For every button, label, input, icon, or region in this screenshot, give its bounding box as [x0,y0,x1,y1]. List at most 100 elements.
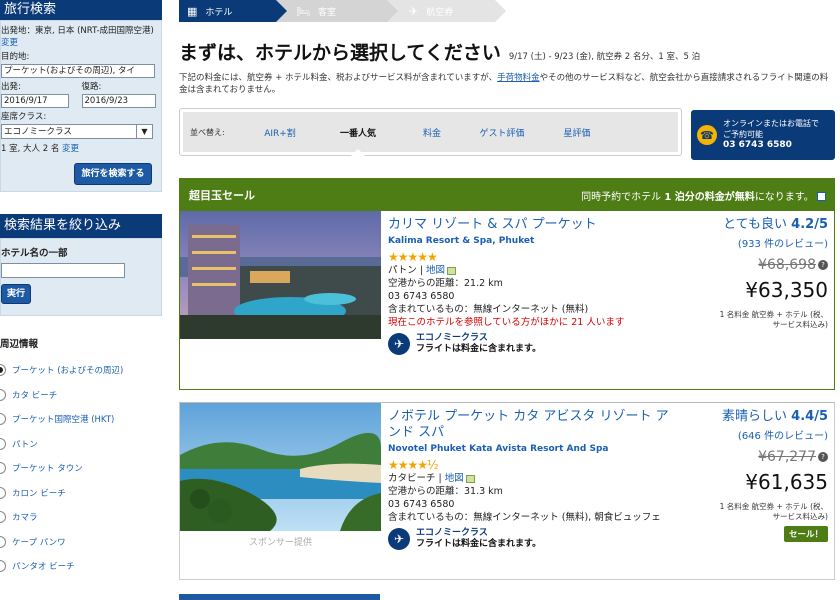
area-option-label[interactable]: パンタオ ビーチ [12,560,75,572]
flight-included: ✈ エコノミークラス フライトは料金に含まれます。 [388,333,678,355]
radio-icon[interactable] [0,413,6,426]
sidebar: 旅行検索 出発地：東京, 日本 (NRT-成田国際空港) 変更 目的地: プーケ… [0,0,162,600]
hotel-name-jp[interactable]: カリマ リゾート & スパ プーケット [388,217,678,233]
trip-summary: 9/17 (土) - 9/23 (金), 航空券 2 名分、1 室、5 泊 [508,52,701,62]
search-trip-button[interactable]: 旅行を検索する [74,163,152,185]
page-heading: まずは、ホテルから選択してください 9/17 (土) - 9/23 (金), 航… [179,38,700,65]
guest-rating[interactable]: 素晴らしい 4.4/5 [688,409,828,425]
area-option[interactable]: プーケット国際空港 (HKT) [0,407,162,432]
map-icon[interactable] [447,266,457,275]
area-filter-title: 周辺情報 [0,339,39,350]
area-option[interactable]: ケープ パンワ [0,530,162,555]
area-option-label[interactable]: パトン [12,438,38,450]
area-option-label[interactable]: カロン ビーチ [12,487,66,499]
price[interactable]: ¥61,635 [688,470,828,494]
hotel-phone: 03 6743 6580 [388,291,455,302]
review-count-link[interactable]: (933 件のレビュー) [688,235,828,250]
area-option[interactable]: パトン [0,432,162,457]
deal-header: 超目玉セール 同時予約でホテル 1 泊分の料金が無料になります。 [180,179,834,211]
area-option-label[interactable]: プーケット国際空港 (HKT) [12,413,114,425]
destination-label: 目的地: [1,52,30,62]
deal-free-night: 1 泊分の料金が無料 [664,191,755,203]
price-notice-text: 下記の料金には、航空券 + ホテル料金、税およびサービス料が含まれていますが、 [179,73,498,83]
hotel-area: カタビーチ [388,473,436,484]
hotel-name-en[interactable]: Novotel Phuket Kata Avista Resort And Sp… [388,443,678,456]
rating-score: 4.2/5 [791,217,828,232]
radio-icon[interactable] [0,535,6,548]
radio-icon[interactable] [0,388,6,401]
hotel-photo[interactable] [180,211,381,339]
hotel-photo[interactable] [180,403,381,531]
area-option[interactable]: カタ ビーチ [0,383,162,408]
phone-icon: ☎ [697,125,717,145]
price-note-line: 1 名料金 航空券 + ホテル (税、 [719,310,828,319]
guest-rating[interactable]: とても良い 4.2/5 [688,217,828,233]
depart-date-input[interactable]: 2016/9/17 [1,94,69,108]
radio-icon[interactable] [0,560,6,573]
hotel-info: カリマ リゾート & スパ プーケット Kalima Resort & Spa,… [388,217,678,355]
price[interactable]: ¥63,350 [688,278,828,302]
baggage-fee-link[interactable]: 手荷物料金 [497,73,540,83]
area-option[interactable]: プーケット (およびその周辺) [0,358,162,383]
run-filter-button[interactable]: 実行 [1,284,31,304]
map-icon[interactable] [465,474,475,483]
destination-input[interactable]: プーケット(およびその周辺), タイ [1,64,155,78]
area-option-label[interactable]: カタ ビーチ [12,389,57,401]
hotel-name-label: ホテル名の一部 [1,248,68,259]
hotel-icon: ▦ [187,4,198,18]
old-price-row: ¥67,277? [688,449,828,465]
price-note: 1 名料金 航空券 + ホテル (税、 サービス料込み) [688,502,828,522]
sort-price[interactable]: 料金 [397,126,467,139]
guests-change-link[interactable]: 変更 [62,144,79,154]
origin-change-link[interactable]: 変更 [1,38,18,48]
radio-icon[interactable] [0,437,6,450]
hotel-card[interactable]: カリマ リゾート & スパ プーケット Kalima Resort & Spa,… [180,211,834,389]
hotel-name-en[interactable]: Kalima Resort & Spa, Phuket [388,235,678,248]
map-link[interactable]: 地図 [426,265,445,276]
area-option-label[interactable]: ケープ パンワ [12,536,66,548]
info-icon[interactable]: ? [818,260,828,270]
star-rating-icon: ★★★★½ [388,458,439,472]
step-hotel-label: ホテル [205,7,233,18]
step-hotel[interactable]: ▦ ホテル [179,0,287,22]
radio-icon[interactable] [0,511,6,524]
price-note-line: サービス料込み) [772,512,828,521]
flight-included: ✈ エコノミークラス フライトは料金に含まれます。 [388,528,678,550]
sort-most-popular[interactable]: 一番人気 [319,126,397,156]
guests-info: 1 室, 大人 2 名 変更 [1,143,158,155]
cabin-select[interactable]: エコノミークラス ▼ [1,124,153,139]
sort-star-rating[interactable]: 星評価 [537,126,617,139]
radio-icon[interactable] [0,486,6,499]
area-option[interactable]: パンタオ ビーチ [0,554,162,579]
area-option-label[interactable]: カマラ [12,511,38,523]
hotel-name-jp[interactable]: ノボテル プーケット カタ アビスタ リゾート アンド スパ [388,409,678,441]
rating-score: 4.4/5 [791,409,828,424]
sort-guest-rating[interactable]: ゲスト評価 [467,126,537,139]
review-count-link[interactable]: (646 件のレビュー) [688,427,828,442]
rating-word: 素晴らしい [722,409,788,424]
old-price: ¥67,277 [758,449,816,465]
step-room[interactable]: 🛏 客室 [276,0,398,22]
sort-air-discount[interactable]: AIR+割 [241,126,319,139]
chevron-down-icon[interactable]: ▼ [136,125,152,138]
hotel-area: パトン [388,265,417,276]
bed-icon: 🛏 [296,4,310,18]
popup-icon[interactable] [817,192,826,201]
map-link[interactable]: 地図 [445,473,464,484]
price-note: 1 名料金 航空券 + ホテル (税、 サービス料込み) [688,310,828,330]
return-date-input[interactable]: 2016/9/23 [81,94,156,108]
area-option-label[interactable]: プーケット タウン [12,462,83,474]
step-flight[interactable]: ✈ 航空券 [387,0,506,22]
area-option[interactable]: カマラ [0,505,162,530]
origin-info: 出発地：東京, 日本 (NRT-成田国際空港) 変更 [1,25,158,49]
area-option[interactable]: カロン ビーチ [0,481,162,506]
sort-bar: 並べ替え: AIR+割 一番人気 料金 ゲスト評価 星評価 [179,108,682,156]
hotel-card[interactable]: スポンサー提供 ノボテル プーケット カタ アビスタ リゾート アンド スパ N… [179,402,835,580]
info-icon[interactable]: ? [818,452,828,462]
sale-badge: セール！ [783,526,828,542]
area-option[interactable]: プーケット タウン [0,456,162,481]
radio-icon[interactable] [0,462,6,475]
radio-selected-icon[interactable] [0,364,6,377]
area-option-label[interactable]: プーケット (およびその周辺) [12,364,123,376]
hotel-name-input[interactable] [1,263,125,278]
